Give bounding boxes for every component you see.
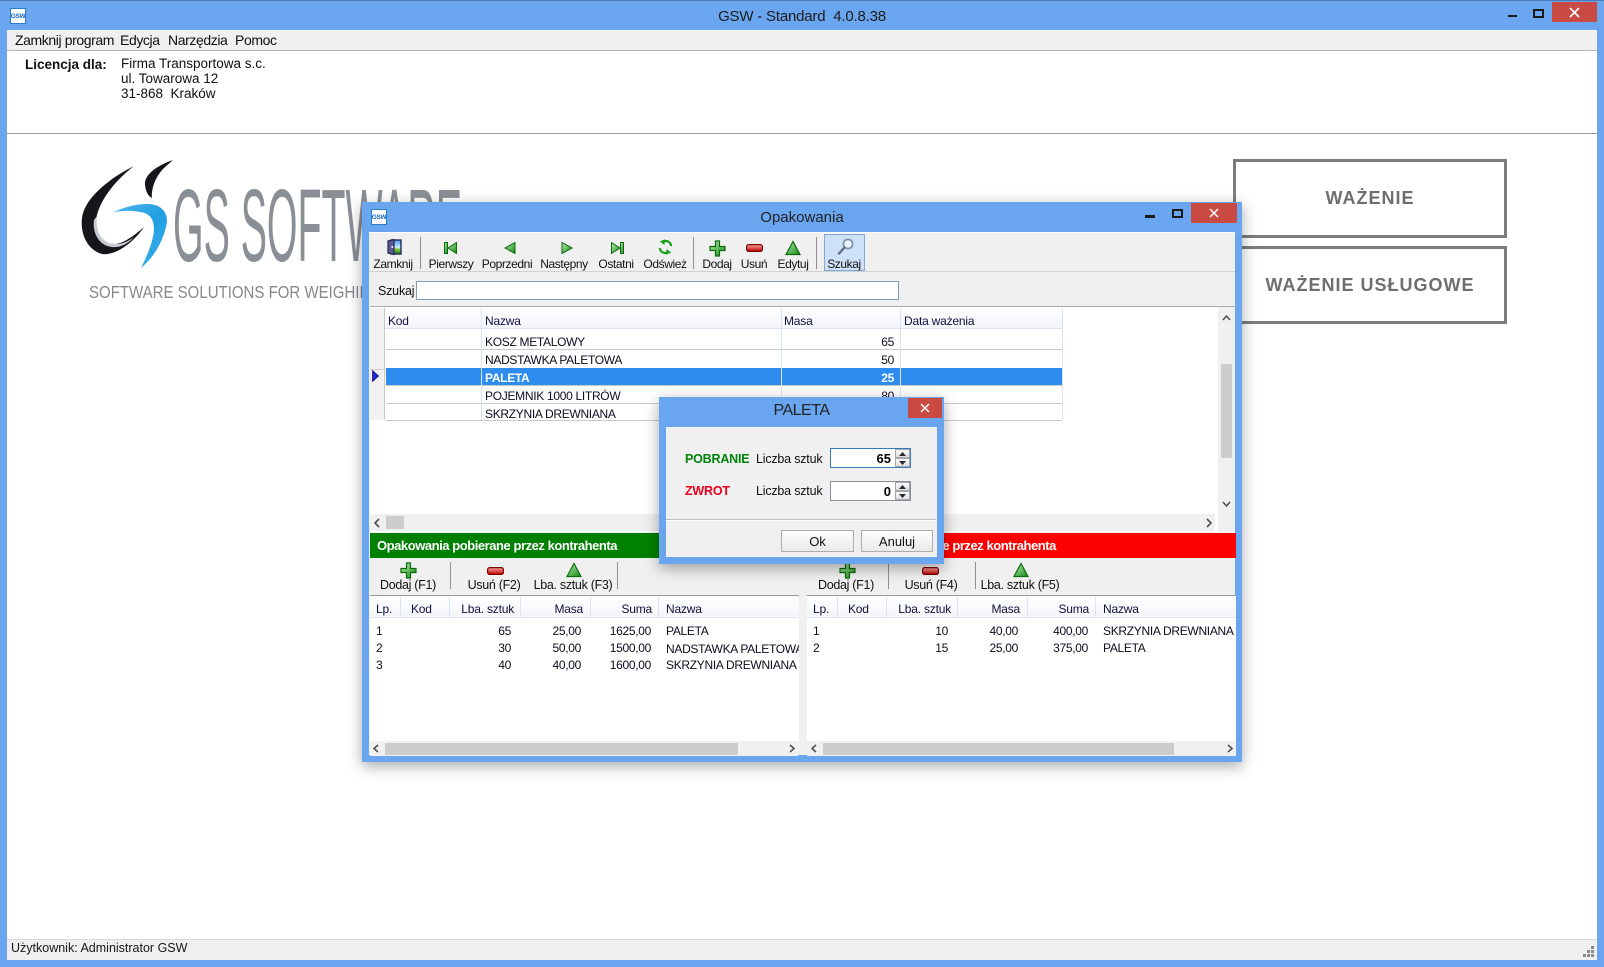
svg-text:SOFTWARE SOLUTIONS FOR WEIGHIN: SOFTWARE SOLUTIONS FOR WEIGHING <box>89 282 382 302</box>
